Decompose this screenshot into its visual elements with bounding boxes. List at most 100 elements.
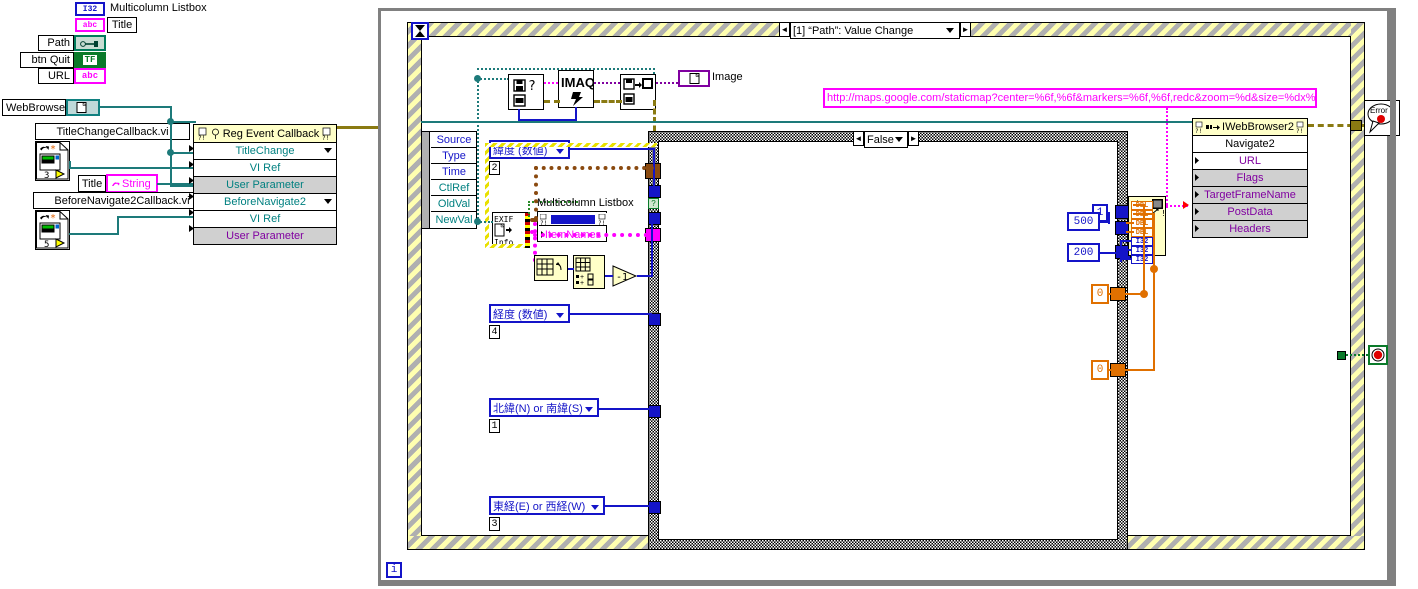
svg-text:3: 3 xyxy=(44,171,49,180)
invoke-param-postdata[interactable]: PostData xyxy=(1192,204,1308,221)
format-arg-I32-4: I32 xyxy=(1131,237,1153,246)
const-dbl-0-b[interactable]: 0 xyxy=(1091,360,1109,380)
chevron-down-icon-enum-1[interactable] xyxy=(556,313,564,318)
event-data-source: Source xyxy=(436,133,472,146)
reg-event-row-viref-1[interactable]: VI Ref xyxy=(193,160,337,177)
reg-event-row-titlechange[interactable]: TitleChange xyxy=(193,143,337,160)
case-structure-label: False xyxy=(867,133,894,146)
reg-event-callback-title: ?! Reg Event Callback ?! xyxy=(193,124,337,143)
chevron-down-icon-enum-2[interactable] xyxy=(585,407,593,412)
imaq-readfile-node[interactable] xyxy=(620,74,656,110)
const-dbl-0-a[interactable]: 0 xyxy=(1091,284,1109,304)
svg-text:?!: ?! xyxy=(540,220,547,225)
event-case-selector[interactable]: ◄ [1] “Path”: Value Change ► xyxy=(779,22,971,39)
node-terminal-icon-right: ?! xyxy=(322,127,331,140)
enum-north-south[interactable]: 北緯(N) or 南緯(S) xyxy=(489,398,599,417)
imaq-create-node[interactable]: IMAQ xyxy=(558,70,594,108)
svg-text:IMAQ: IMAQ xyxy=(561,75,593,90)
chevron-down-icon-enum-3[interactable] xyxy=(591,505,599,510)
const-dbl-0-b-value: 0 xyxy=(1096,364,1104,376)
const-500[interactable]: 500 xyxy=(1067,212,1100,231)
exif-info-icon: EXIF Info xyxy=(494,215,513,247)
listbox-property-node-title: Multicolumn Listbox xyxy=(537,197,634,209)
enum-longitude-label: 経度 (数値) xyxy=(493,308,548,321)
case-next-arrow[interactable]: ► xyxy=(960,22,971,37)
svg-text:?: ? xyxy=(528,79,536,94)
event-data-newval: NewVal xyxy=(435,214,473,226)
exif-info-node[interactable]: EXIF Info xyxy=(492,212,530,248)
case-next-arrow-2[interactable]: ► xyxy=(908,131,919,146)
terminal-image-indicator[interactable] xyxy=(678,70,710,87)
enum-ns-label: 北緯(N) or 南緯(S) xyxy=(493,402,583,415)
reg-event-label-3: BeforeNavigate2 xyxy=(224,196,306,208)
svg-text:Error: Error xyxy=(1370,106,1388,115)
array-size-node[interactable]: + + xyxy=(573,255,605,289)
error-wire-wrap-left xyxy=(485,143,489,248)
invoke-param-headers[interactable]: Headers xyxy=(1192,221,1308,238)
listbox-property-node[interactable]: ?! ?! ItemNames xyxy=(537,211,607,242)
reg-event-row-viref-4[interactable]: VI Ref xyxy=(193,211,337,228)
svg-text:!: ! xyxy=(1161,209,1166,216)
invoke-param-tfn-label: TargetFrameName xyxy=(1204,189,1296,201)
invoke-param-url[interactable]: URL xyxy=(1192,153,1308,170)
invoke-param-targetframename[interactable]: TargetFrameName xyxy=(1192,187,1308,204)
iteration-terminal-label: i xyxy=(390,564,398,576)
timeout-terminal[interactable] xyxy=(411,22,429,40)
invoke-node-method-row[interactable]: Navigate2 xyxy=(1192,136,1308,153)
url-constant-text: http://maps.google.com/staticmap?center=… xyxy=(827,92,1317,104)
vi-ref-constant-beforenavigate2[interactable]: * 5 xyxy=(35,210,70,250)
invoke-param-postdata-label: PostData xyxy=(1227,206,1273,218)
reg-event-label-2: User Parameter xyxy=(226,179,304,191)
vi-ref-constant-titlechange[interactable]: * 3 xyxy=(35,141,70,181)
svg-text:?!: ?! xyxy=(598,220,605,225)
param-arrow-postdata xyxy=(1195,208,1199,215)
enum-east-west[interactable]: 東経(E) or 西経(W) xyxy=(489,496,605,515)
reg-event-row-beforenavigate2[interactable]: BeforeNavigate2 xyxy=(193,194,337,211)
label-title-string-const: Title xyxy=(78,175,106,192)
error-wire-wrap-top xyxy=(485,143,657,147)
imaq-file-info-node[interactable]: ? xyxy=(508,74,544,110)
decrement-icon: -1 xyxy=(612,265,638,287)
label-webbrowser: WebBrowser xyxy=(2,99,69,116)
chevron-down-icon-enum-0[interactable] xyxy=(556,149,564,154)
terminal-webbrowser[interactable] xyxy=(66,99,100,116)
node-terminal-icon: ?! xyxy=(198,127,207,140)
stop-indicator-terminal[interactable] xyxy=(1368,345,1388,365)
invoke-param-flags[interactable]: Flags xyxy=(1192,170,1308,187)
case-prev-arrow[interactable]: ◄ xyxy=(779,22,790,37)
reg-event-row-userparam-5[interactable]: User Parameter xyxy=(193,228,337,245)
terminal-title[interactable]: abc xyxy=(75,18,105,32)
label-btn-quit: btn Quit xyxy=(20,52,74,68)
url-string-constant[interactable]: http://maps.google.com/staticmap?center=… xyxy=(823,88,1317,108)
chevron-down-icon-case[interactable] xyxy=(946,28,954,33)
label-path: Path xyxy=(38,35,74,51)
chevron-down-icon-case-2[interactable] xyxy=(895,137,903,142)
reg-event-label-4: VI Ref xyxy=(249,213,281,225)
chevron-down-icon-3[interactable] xyxy=(324,199,332,204)
param-arrow-headers xyxy=(1195,225,1199,232)
reg-event-row-userparam-2[interactable]: User Parameter xyxy=(193,177,337,194)
decrement-node[interactable]: -1 xyxy=(612,265,638,287)
svg-text:5: 5 xyxy=(44,240,49,249)
terminal-url[interactable]: abc xyxy=(74,68,106,84)
path-wire-to-node xyxy=(477,78,509,80)
enum-ns-value-text: 1 xyxy=(491,420,498,432)
terminal-btn-quit[interactable]: TF xyxy=(74,52,106,68)
label-image: Image xyxy=(712,71,743,83)
transpose-2d-array-node[interactable] xyxy=(534,255,568,281)
error-wire-wrap-bottom xyxy=(485,244,525,248)
string-constant-title[interactable]: String xyxy=(106,174,158,193)
event-data-node[interactable]: Source Type Time CtlRef OldVal NewVal xyxy=(421,131,477,229)
chevron-down-icon-0[interactable] xyxy=(324,148,332,153)
terminal-glyph-i32: I32 xyxy=(82,4,98,14)
string-constant-value: String xyxy=(122,177,151,190)
terminal-path[interactable] xyxy=(74,35,106,51)
case-prev-arrow-2[interactable]: ◄ xyxy=(853,131,864,146)
invoke-node-iwebbrowser2[interactable]: ?! IWebBrowser2 ?! Navigate2 URL Flags T… xyxy=(1192,118,1308,238)
reg-event-callback-node[interactable]: ?! Reg Event Callback ?! TitleChange VI … xyxy=(193,124,337,245)
enum-longitude[interactable]: 経度 (数値) xyxy=(489,304,570,323)
terminal-multicolumn-listbox[interactable]: I32 xyxy=(75,2,105,16)
event-icon xyxy=(211,128,219,139)
case-selector[interactable]: ◄ False ► xyxy=(853,131,919,148)
const-200[interactable]: 200 xyxy=(1067,243,1100,262)
